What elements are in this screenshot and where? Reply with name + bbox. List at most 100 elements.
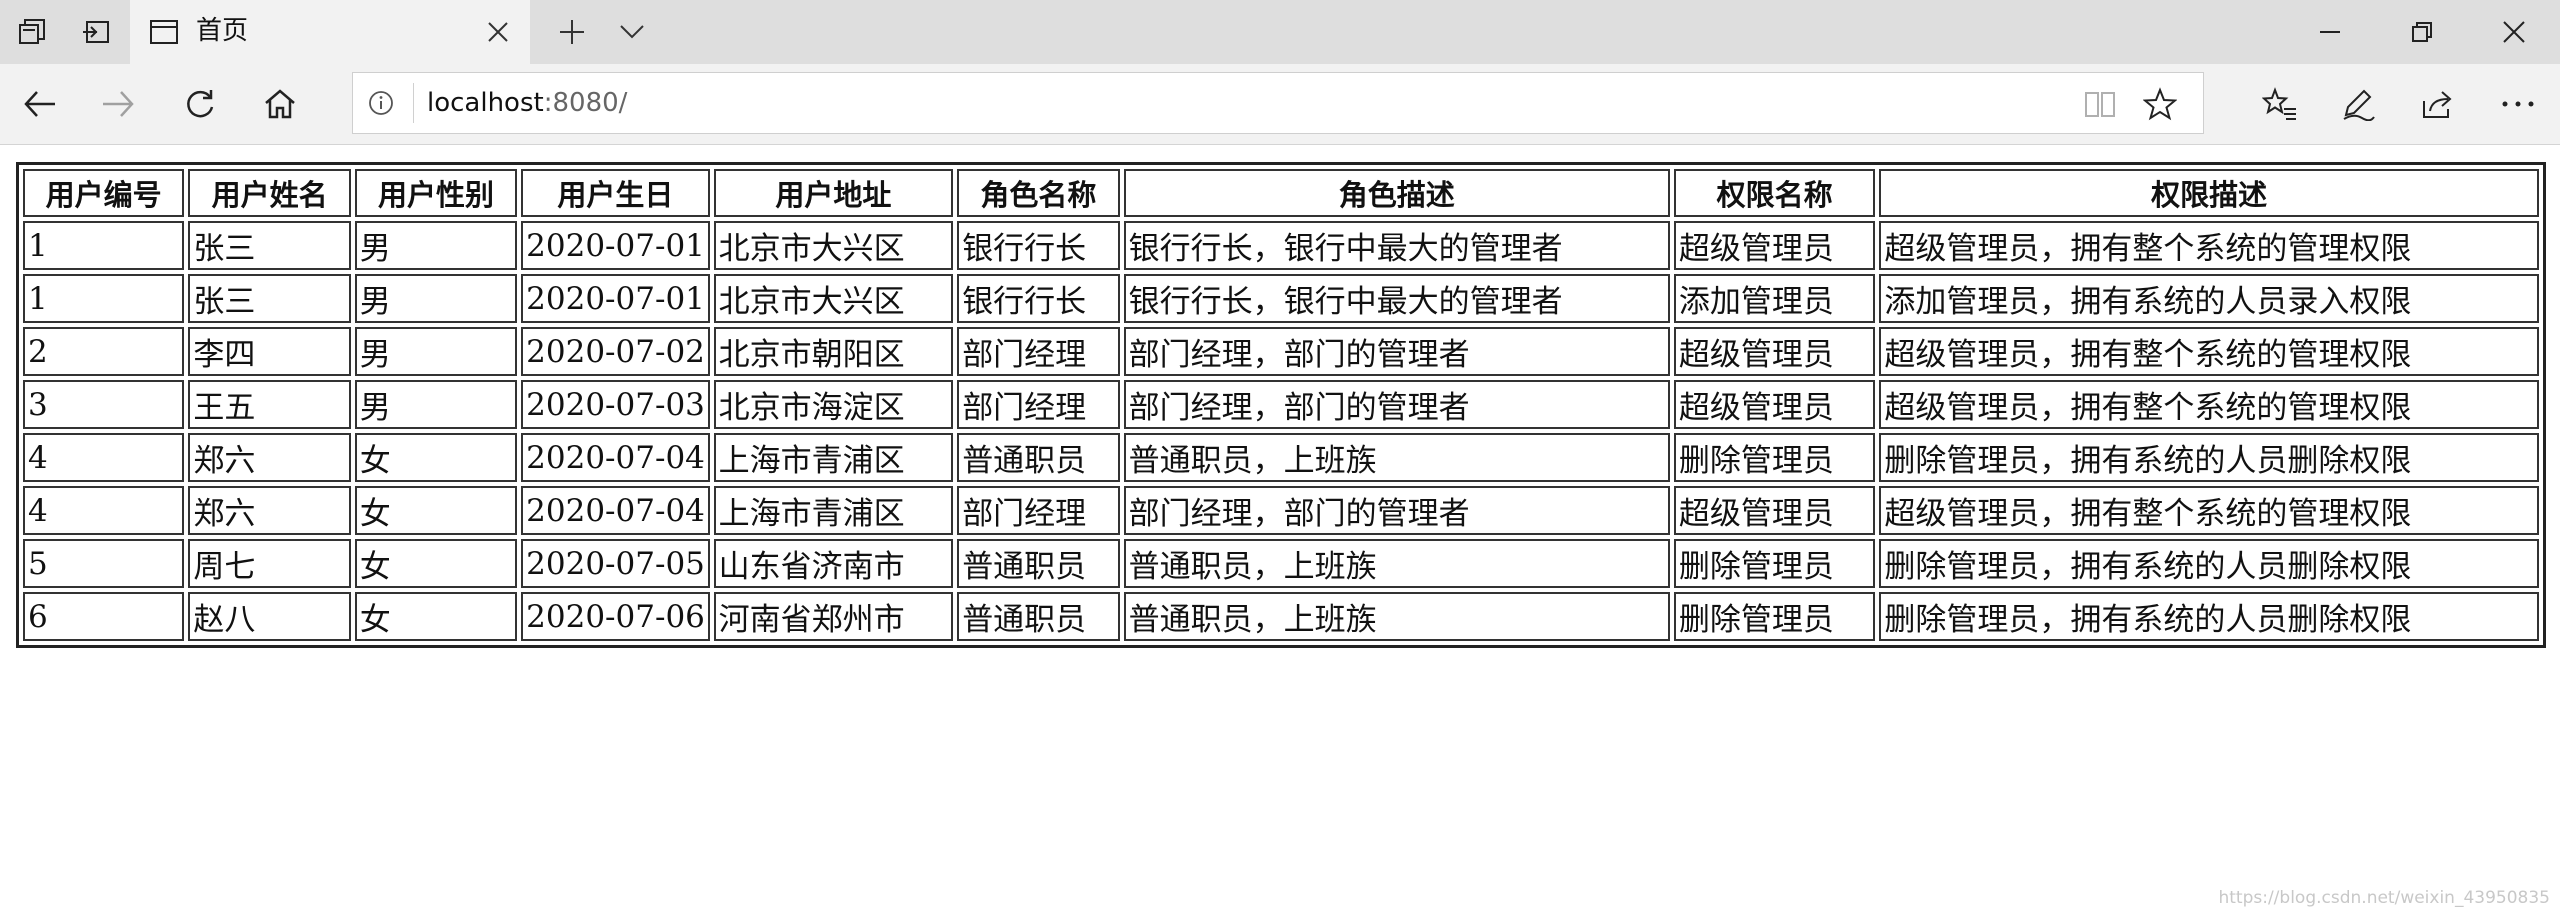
watermark: https://blog.csdn.net/weixin_43950835	[2218, 888, 2550, 908]
url-host: localhost	[427, 88, 544, 118]
column-header: 用户编号	[23, 169, 185, 217]
table-row: 4 郑六女 2020-07-04 上海市青浦区 部门经理 部门经理，部门的管理者 超级管理员…	[23, 486, 2539, 535]
table-cell: 普通职员	[957, 592, 1120, 641]
table-cell: 北京市大兴区	[713, 274, 954, 323]
table-cell: 普通职员	[957, 539, 1120, 588]
more-icon	[2502, 101, 2534, 107]
home-button[interactable]	[250, 74, 310, 134]
table-cell: 添加管理员，拥有系统的人员录入权限	[1879, 274, 2539, 323]
add-favorite-button[interactable]	[2135, 79, 2185, 129]
info-icon[interactable]	[365, 87, 397, 119]
table-cell: 1	[23, 221, 185, 270]
column-header: 权限描述	[1879, 169, 2539, 217]
table-header-row: 用户编号 用户姓名 用户性别 用户生日 用户地址 角色名称 角色描述 权限名称 权限描述	[23, 169, 2539, 217]
table-cell: 郑六	[188, 433, 351, 482]
close-icon	[488, 22, 508, 42]
table-cell: 删除管理员	[1673, 433, 1876, 482]
table-cell: 超级管理员	[1673, 380, 1876, 429]
table-cell: 普通职员，上班族	[1123, 592, 1670, 641]
home-icon	[265, 89, 295, 119]
table-cell: 北京市海淀区	[713, 380, 954, 429]
active-tab[interactable]: 首页	[130, 0, 530, 64]
page-icon	[148, 16, 180, 52]
window-close-button[interactable]	[2468, 0, 2560, 64]
table-cell: 男	[354, 274, 518, 323]
tab-title: 首页	[196, 16, 249, 46]
url-text[interactable]: localhost:8080/	[427, 87, 627, 119]
table-cell: 3	[23, 380, 185, 429]
back-button[interactable]	[10, 74, 70, 134]
table-cell: 超级管理员	[1673, 221, 1876, 270]
table-cell: 部门经理	[957, 327, 1120, 376]
set-aside-icon	[83, 21, 109, 43]
table-cell: 超级管理员	[1673, 327, 1876, 376]
favorites-button[interactable]	[2250, 74, 2310, 134]
table-cell: 男	[354, 327, 518, 376]
table-cell: 2	[23, 327, 185, 376]
column-header: 权限名称	[1673, 169, 1876, 217]
forward-button[interactable]	[88, 74, 148, 134]
arrow-left-icon	[24, 91, 55, 117]
table-cell: 2020-07-01	[521, 274, 710, 323]
column-header: 角色名称	[957, 169, 1120, 217]
user-role-table: 用户编号 用户姓名 用户性别 用户生日 用户地址 角色名称 角色描述 权限名称 权限描述 1 张三…	[16, 162, 2546, 648]
table-cell: 普通职员，上班族	[1123, 433, 1670, 482]
more-button[interactable]	[2488, 74, 2548, 134]
table-cell: 2020-07-04	[521, 433, 710, 482]
reading-view-button[interactable]	[2075, 79, 2125, 129]
table-cell: 赵八	[188, 592, 351, 641]
table-row: 2 李四男 2020-07-02 北京市朝阳区 部门经理 部门经理，部门的管理者 超级管理员…	[23, 327, 2539, 376]
tabs-aside-button[interactable]	[0, 0, 64, 64]
table-cell: 2020-07-01	[521, 221, 710, 270]
url-port: :8080/	[543, 88, 628, 118]
table-cell: 2020-07-02	[521, 327, 710, 376]
table-body: 1 张三男 2020-07-01 北京市大兴区 银行行长 银行行长，银行中最大的管理者 超级…	[23, 221, 2539, 641]
column-header: 用户生日	[521, 169, 710, 217]
table-row: 1 张三男 2020-07-01 北京市大兴区 银行行长 银行行长，银行中最大的管理者 添加…	[23, 274, 2539, 323]
address-bar[interactable]: localhost:8080/	[352, 72, 2204, 134]
table-cell: 银行行长，银行中最大的管理者	[1123, 274, 1670, 323]
table-cell: 女	[354, 539, 518, 588]
tab-bar: 首页	[0, 0, 2560, 64]
column-header: 角色描述	[1123, 169, 1670, 217]
table-cell: 删除管理员	[1673, 539, 1876, 588]
tab-preview-button[interactable]	[600, 0, 664, 64]
table-cell: 删除管理员	[1673, 592, 1876, 641]
table-cell: 普通职员，上班族	[1123, 539, 1670, 588]
column-header: 用户姓名	[188, 169, 351, 217]
minimize-button[interactable]	[2284, 0, 2376, 64]
table-cell: 部门经理，部门的管理者	[1123, 380, 1670, 429]
table-cell: 北京市大兴区	[713, 221, 954, 270]
refresh-button[interactable]	[170, 74, 230, 134]
tab-close-button[interactable]	[478, 12, 518, 52]
table-cell: 张三	[188, 274, 351, 323]
table-cell: 北京市朝阳区	[713, 327, 954, 376]
set-aside-button[interactable]	[64, 0, 128, 64]
notes-button[interactable]	[2328, 74, 2388, 134]
table-cell: 女	[354, 486, 518, 535]
restore-icon	[2412, 22, 2432, 42]
table-cell: 6	[23, 592, 185, 641]
table-cell: 部门经理	[957, 486, 1120, 535]
new-tab-button[interactable]	[540, 0, 604, 64]
tabs-aside-icon	[19, 19, 45, 44]
star-icon	[2143, 87, 2177, 121]
restore-button[interactable]	[2376, 0, 2468, 64]
share-button[interactable]	[2408, 74, 2468, 134]
table-cell: 银行行长，银行中最大的管理者	[1123, 221, 1670, 270]
table-cell: 2020-07-06	[521, 592, 710, 641]
table-cell: 男	[354, 221, 518, 270]
column-header: 用户地址	[713, 169, 954, 217]
table-row: 1 张三男 2020-07-01 北京市大兴区 银行行长 银行行长，银行中最大的管理者 超级…	[23, 221, 2539, 270]
table-cell: 4	[23, 486, 185, 535]
table-row: 6 赵八女 2020-07-06 河南省郑州市 普通职员 普通职员，上班族 删除管理员 删除管…	[23, 592, 2539, 641]
favorites-list-icon	[2262, 87, 2296, 120]
table-cell: 超级管理员，拥有整个系统的管理权限	[1879, 221, 2539, 270]
table-cell: 删除管理员，拥有系统的人员删除权限	[1879, 539, 2539, 588]
table-cell: 部门经理，部门的管理者	[1123, 327, 1670, 376]
minimize-icon	[2320, 31, 2340, 33]
address-separator	[413, 83, 414, 123]
table-cell: 张三	[188, 221, 351, 270]
table-row: 4 郑六女 2020-07-04 上海市青浦区 普通职员 普通职员，上班族 删除管理员 删除管…	[23, 433, 2539, 482]
table-cell: 超级管理员，拥有整个系统的管理权限	[1879, 380, 2539, 429]
